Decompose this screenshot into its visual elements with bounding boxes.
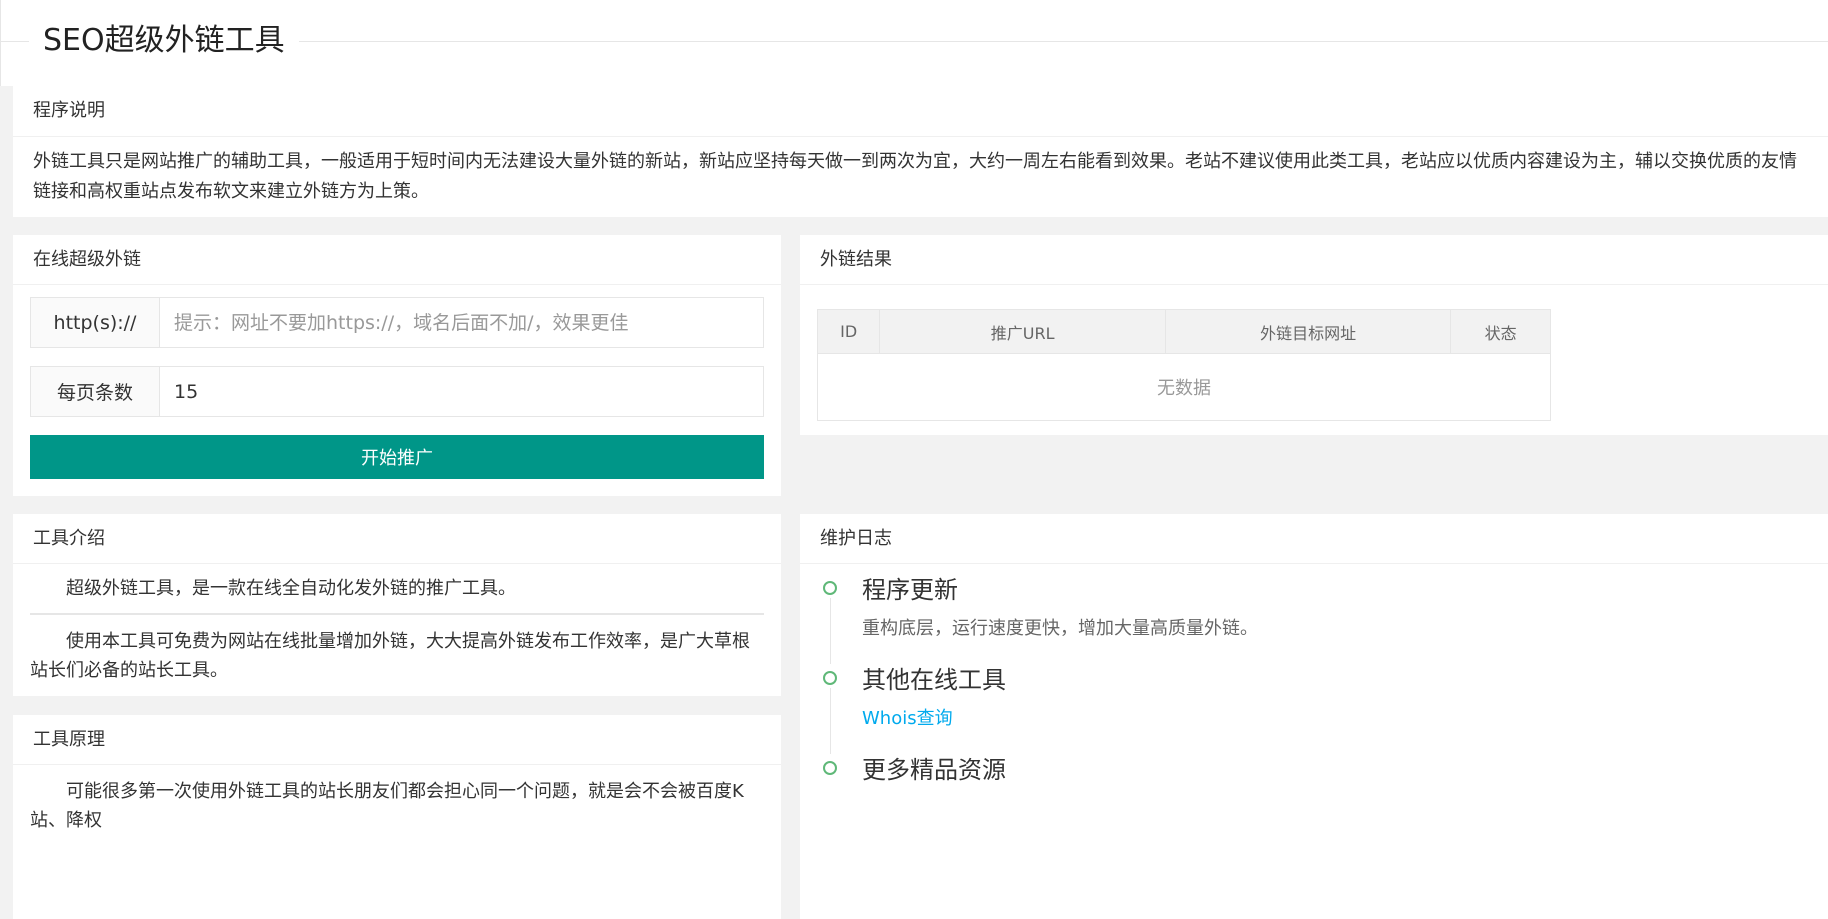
description-text: 外链工具只是网站推广的辅助工具，一般适用于短时间内无法建设大量外链的新站，新站应… — [33, 151, 1797, 202]
timeline-item: 更多精品资源 — [820, 754, 1808, 786]
results-table: ID 推广URL 外链目标网址 状态 无数据 — [816, 309, 1551, 421]
log-card: 维护日志 程序更新 重构底层，运行速度更快，增加大量高质量外链。 其他在线工具 … — [800, 514, 1828, 919]
page-header: SEO超级外链工具 — [0, 0, 1828, 86]
principle-body: 可能很多第一次使用外链工具的站长朋友们都会担心同一个问题，就是会不会被百度K站、… — [13, 765, 781, 835]
page-title: SEO超级外链工具 — [29, 20, 299, 62]
timeline-item: 其他在线工具 Whois查询 — [820, 664, 1808, 754]
whois-link[interactable]: Whois查询 — [862, 708, 953, 729]
per-page-field: 每页条数 — [30, 366, 764, 417]
timeline-item: 程序更新 重构底层，运行速度更快，增加大量高质量外链。 — [820, 574, 1808, 664]
empty-text: 无数据 — [817, 353, 1551, 421]
intro-body: 超级外链工具，是一款在线全自动化发外链的推广工具。 使用本工具可免费为网站在线批… — [13, 564, 781, 685]
results-header-row: ID 推广URL 外链目标网址 状态 — [816, 309, 1551, 354]
timeline-title: 更多精品资源 — [862, 756, 1006, 784]
timeline-title: 其他在线工具 — [862, 666, 1006, 694]
start-promotion-button[interactable]: 开始推广 — [30, 435, 764, 479]
results-card: 外链结果 ID 推广URL 外链目标网址 状态 无数据 — [800, 235, 1828, 435]
empty-row: 无数据 — [817, 353, 1551, 421]
timeline-dot-icon — [823, 761, 837, 775]
results-title: 外链结果 — [800, 235, 1828, 285]
description-card: 程序说明 外链工具只是网站推广的辅助工具，一般适用于短时间内无法建设大量外链的新… — [13, 86, 1828, 217]
col-promo-url[interactable]: 推广URL — [879, 309, 1166, 354]
intro-divider — [30, 613, 764, 615]
col-target-url[interactable]: 外链目标网址 — [1164, 309, 1452, 354]
url-field: http(s):// — [30, 297, 764, 348]
link-form-card: 在线超级外链 http(s):// 每页条数 开始推广 — [13, 235, 781, 496]
log-title: 维护日志 — [800, 514, 1828, 564]
col-id[interactable]: ID — [816, 309, 881, 354]
per-page-label: 每页条数 — [31, 367, 160, 416]
url-input[interactable] — [160, 298, 763, 347]
principle-title: 工具原理 — [13, 715, 781, 765]
timeline-line — [830, 598, 831, 664]
intro-para-1: 超级外链工具，是一款在线全自动化发外链的推广工具。 — [66, 578, 516, 599]
timeline: 程序更新 重构底层，运行速度更快，增加大量高质量外链。 其他在线工具 Whois… — [800, 564, 1828, 786]
link-form-title: 在线超级外链 — [13, 235, 781, 285]
timeline-dot-icon — [823, 671, 837, 685]
per-page-input[interactable] — [160, 367, 763, 416]
timeline-content: Whois查询 — [862, 702, 1808, 736]
timeline-line — [830, 688, 831, 754]
principle-text: 可能很多第一次使用外链工具的站长朋友们都会担心同一个问题，就是会不会被百度K站、… — [30, 781, 744, 831]
timeline-title: 程序更新 — [862, 576, 958, 604]
timeline-dot-icon — [823, 581, 837, 595]
description-title: 程序说明 — [13, 86, 1828, 137]
intro-card: 工具介绍 超级外链工具，是一款在线全自动化发外链的推广工具。 使用本工具可免费为… — [13, 514, 781, 696]
timeline-content: 重构底层，运行速度更快，增加大量高质量外链。 — [862, 618, 1258, 639]
principle-card: 工具原理 可能很多第一次使用外链工具的站长朋友们都会担心同一个问题，就是会不会被… — [13, 715, 781, 919]
col-status[interactable]: 状态 — [1450, 309, 1551, 354]
url-protocol-label: http(s):// — [31, 298, 160, 347]
intro-title: 工具介绍 — [13, 514, 781, 564]
intro-para-2: 使用本工具可免费为网站在线批量增加外链，大大提高外链发布工作效率，是广大草根站长… — [30, 631, 750, 681]
